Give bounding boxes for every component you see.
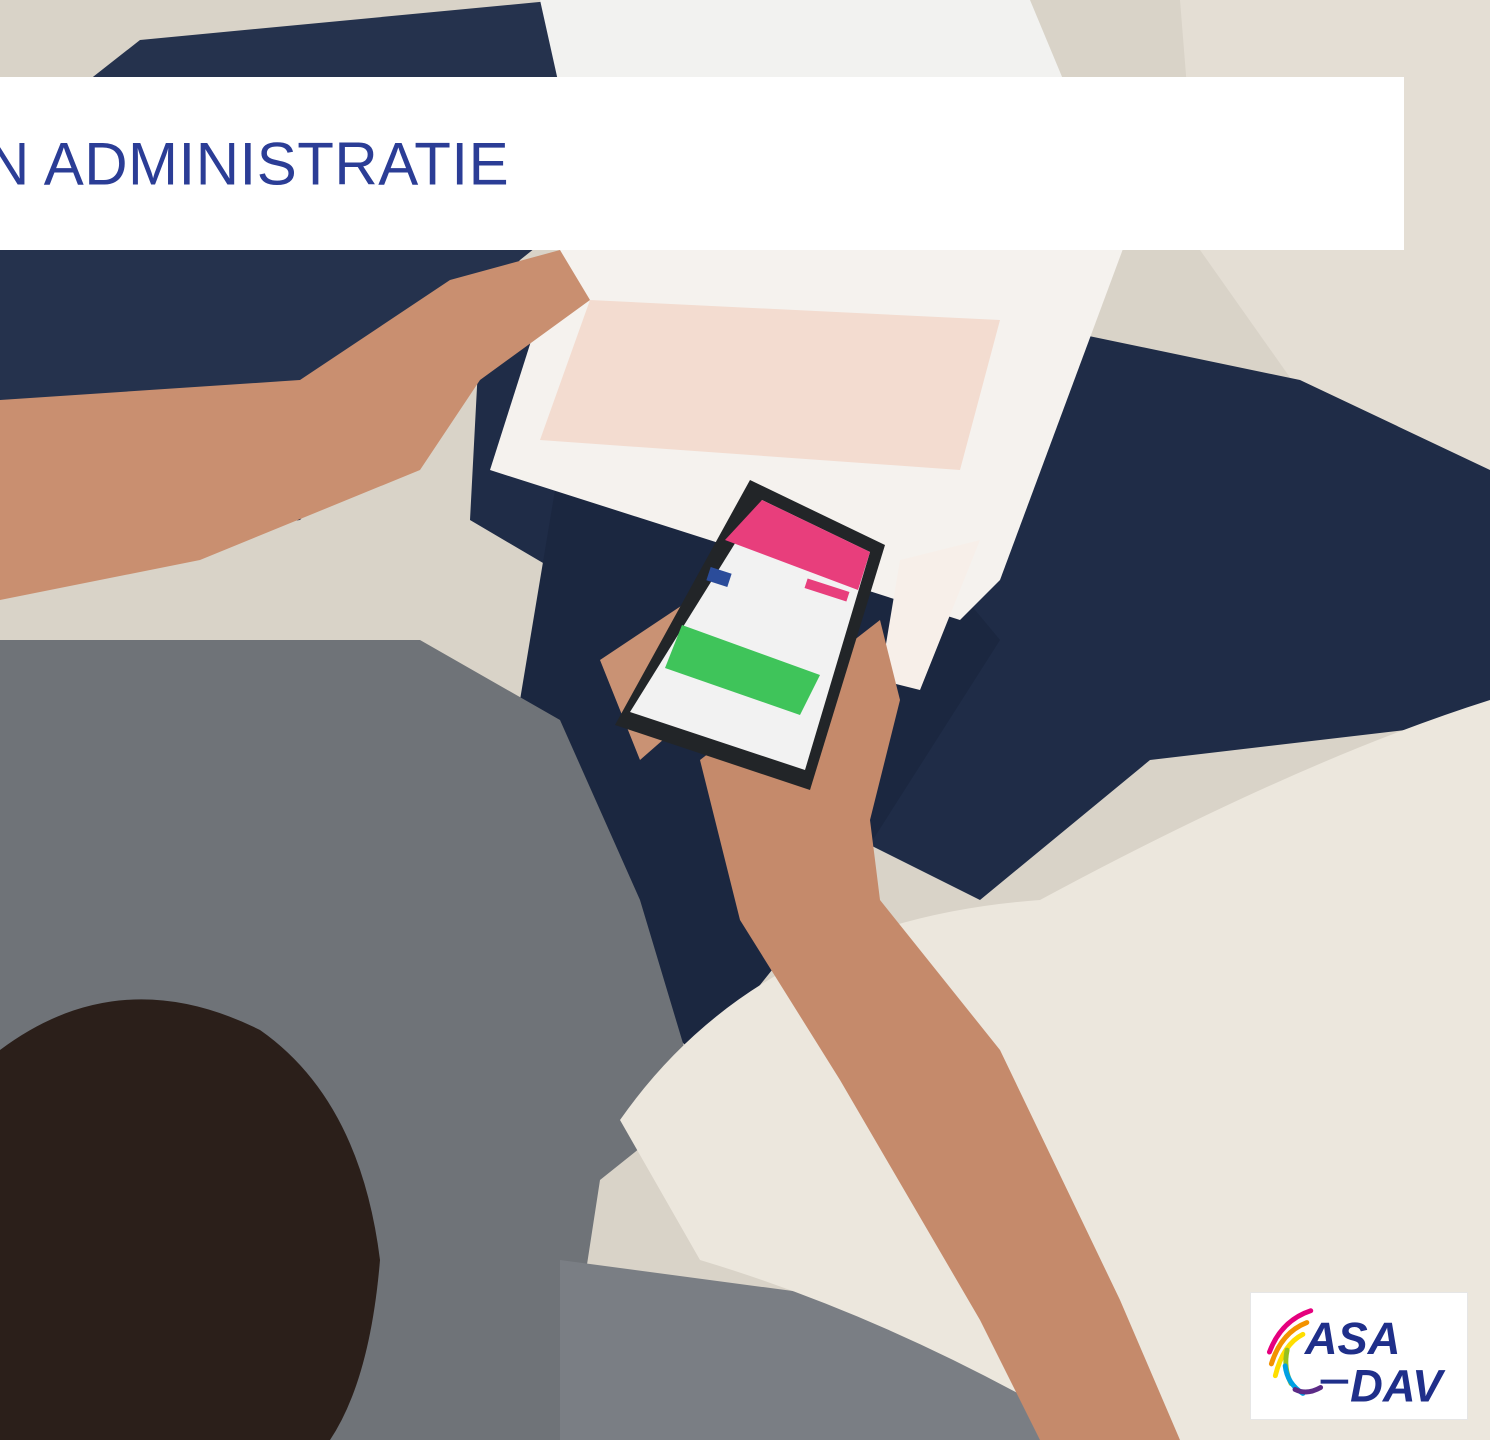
- logo-line2: DAV: [1350, 1360, 1446, 1411]
- page-title: N ADMINISTRATIE: [0, 130, 510, 197]
- slide: N ADMINISTRATIE ASA DAV: [0, 0, 1490, 1440]
- logo-graphic: ASA DAV: [1266, 1308, 1446, 1411]
- paper-table: [540, 300, 1000, 470]
- logo-line1: ASA: [1304, 1313, 1401, 1364]
- title-banner: N ADMINISTRATIE: [0, 77, 1404, 250]
- asa-dav-logo: ASA DAV: [1250, 1292, 1468, 1420]
